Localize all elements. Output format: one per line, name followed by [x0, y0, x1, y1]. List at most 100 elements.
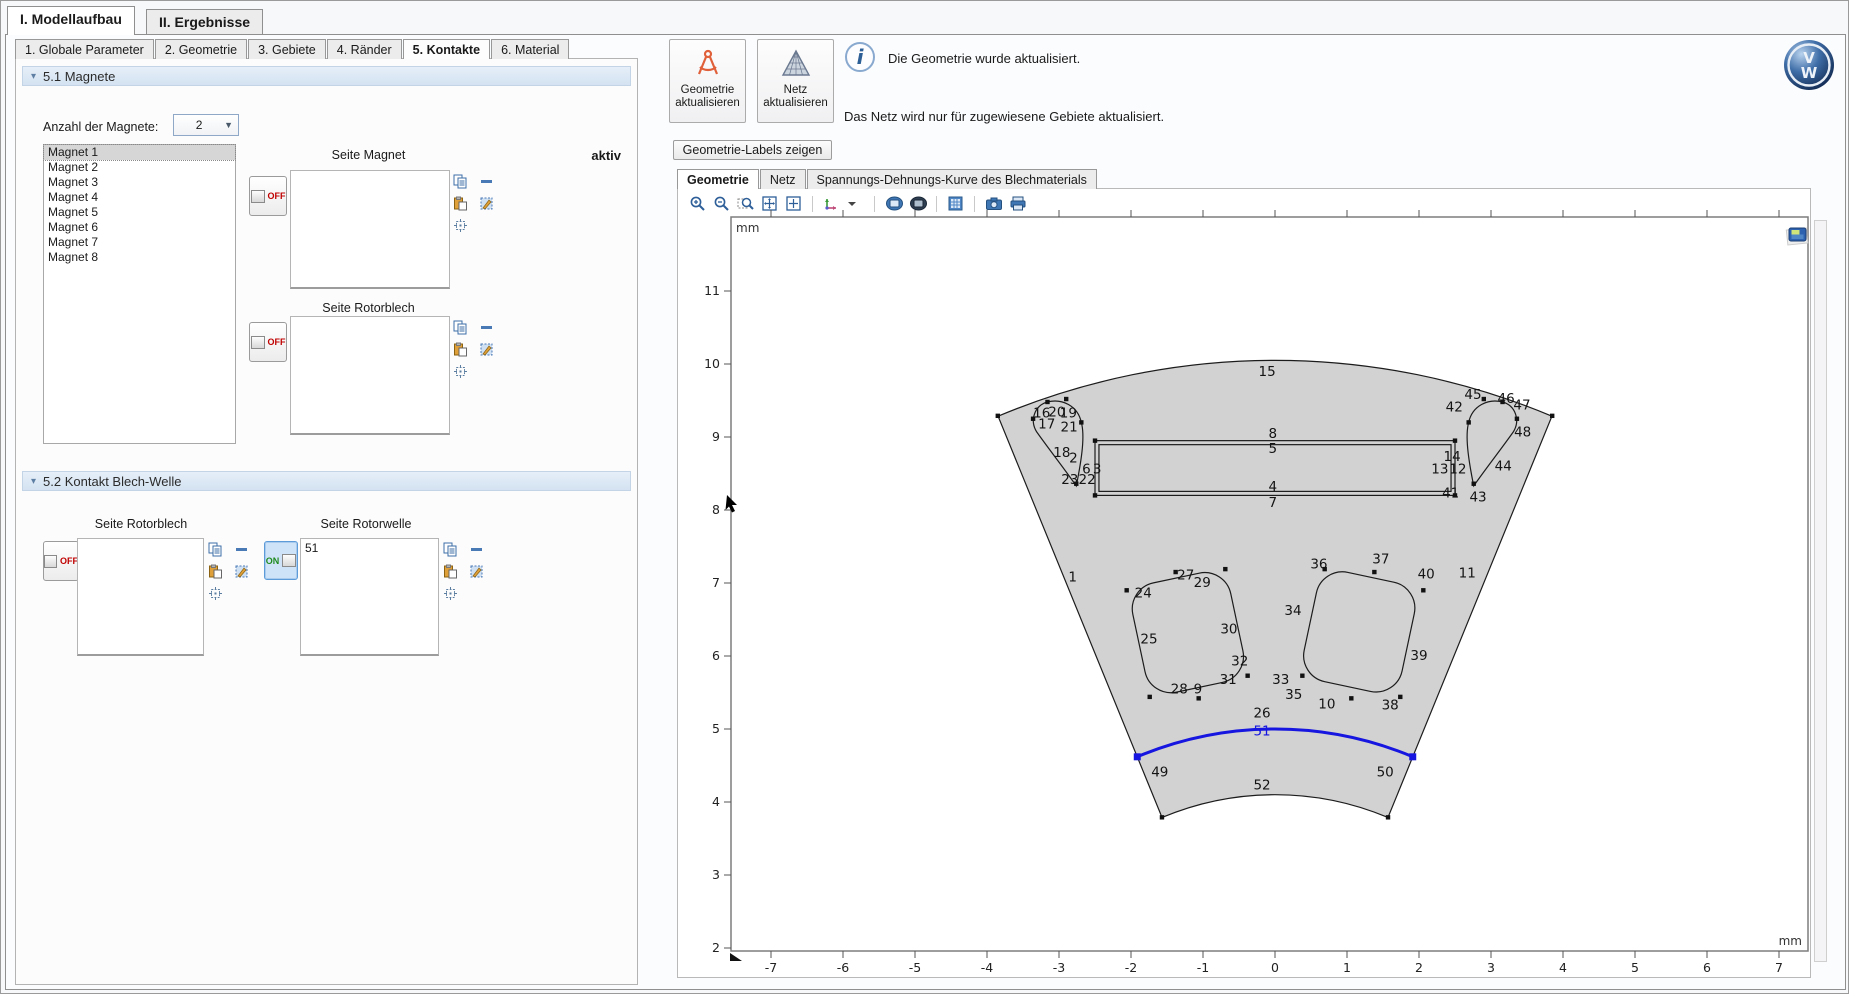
svg-text:11: 11: [704, 283, 720, 298]
subtab-5[interactable]: 5. Kontakte: [403, 39, 490, 59]
selected-boundary-item[interactable]: 51: [305, 541, 434, 555]
svg-text:35: 35: [1285, 687, 1302, 703]
remove-icon[interactable]: [469, 542, 484, 557]
svg-text:36: 36: [1310, 557, 1327, 573]
toggle-square: [251, 336, 265, 349]
magnet-list-item[interactable]: Magnet 1: [44, 145, 235, 160]
graphics-tab-bar: GeometrieNetzSpannungs-Dehnungs-Kurve de…: [677, 169, 1098, 189]
paste-icon[interactable]: [453, 196, 468, 211]
remove-icon[interactable]: [479, 320, 494, 335]
clear-selection-icon[interactable]: [479, 196, 494, 211]
svg-text:4: 4: [1559, 960, 1567, 975]
kontakt-rotorblech-selection-box[interactable]: [77, 538, 204, 656]
svg-text:-5: -5: [909, 960, 921, 975]
toggle-kontakt-rotorwelle[interactable]: ON: [264, 541, 298, 580]
svg-text:37: 37: [1372, 551, 1389, 567]
zoom-to-selection-icon[interactable]: [443, 586, 458, 601]
svg-text:-2: -2: [1125, 960, 1137, 975]
magnet-list-item[interactable]: Magnet 5: [44, 205, 235, 220]
subtab-3[interactable]: 3. Gebiete: [248, 39, 326, 59]
magnet-list-item[interactable]: Magnet 4: [44, 190, 235, 205]
remove-icon[interactable]: [234, 542, 249, 557]
svg-text:15: 15: [1258, 364, 1275, 380]
subtab-4[interactable]: 4. Ränder: [327, 39, 402, 59]
seite-magnet-selection-box[interactable]: [290, 170, 450, 289]
copy-icon[interactable]: [453, 320, 468, 335]
subtab-1[interactable]: 1. Globale Parameter: [15, 39, 154, 59]
paste-icon[interactable]: [443, 564, 458, 579]
svg-text:6: 6: [1703, 960, 1711, 975]
section-header-kontakt-blech-welle[interactable]: ▾ 5.2 Kontakt Blech-Welle: [22, 471, 631, 491]
toggle-seite-rotorblech[interactable]: OFF: [249, 322, 287, 362]
paste-icon[interactable]: [453, 342, 468, 357]
geometry-plot[interactable]: -7-6-5-4-3-2-101234567234567891011mmmm15…: [677, 189, 1811, 978]
clear-selection-icon[interactable]: [469, 564, 484, 579]
toggle-off-label: OFF: [60, 556, 78, 566]
svg-text:5: 5: [712, 721, 720, 736]
copy-icon[interactable]: [208, 542, 223, 557]
toggle-kontakt-rotorblech[interactable]: OFF: [43, 541, 79, 581]
magnet-list[interactable]: Magnet 1Magnet 2Magnet 3Magnet 4Magnet 5…: [43, 144, 236, 444]
svg-text:8: 8: [1269, 426, 1278, 442]
svg-text:1: 1: [1343, 960, 1351, 975]
copy-icon[interactable]: [453, 174, 468, 189]
zoom-to-selection-icon[interactable]: [208, 586, 223, 601]
graphics-tab-3[interactable]: Spannungs-Dehnungs-Kurve des Blechmateri…: [807, 169, 1097, 189]
svg-text:4: 4: [1269, 479, 1278, 495]
svg-text:i: i: [857, 45, 865, 69]
button-label: Geometrieaktualisieren: [675, 84, 740, 110]
svg-text:11: 11: [1459, 565, 1476, 581]
vertical-scrollbar[interactable]: [1814, 220, 1827, 962]
subtab-6[interactable]: 6. Material: [491, 39, 569, 59]
tab-ergebnisse[interactable]: II. Ergebnisse: [146, 9, 263, 35]
tab-modellaufbau[interactable]: I. Modellaufbau: [7, 6, 135, 35]
clear-selection-icon[interactable]: [479, 342, 494, 357]
anzahl-magnete-dropdown[interactable]: 2 ▼: [173, 114, 239, 136]
svg-text:1: 1: [1068, 570, 1077, 586]
magnet-list-item[interactable]: Magnet 8: [44, 250, 235, 265]
subtab-2[interactable]: 2. Geometrie: [155, 39, 247, 59]
copy-icon[interactable]: [443, 542, 458, 557]
svg-text:2: 2: [1069, 451, 1078, 467]
svg-text:29: 29: [1194, 575, 1211, 591]
chevron-down-icon: ▼: [224, 120, 238, 130]
svg-text:25: 25: [1140, 632, 1157, 648]
remove-icon[interactable]: [479, 174, 494, 189]
seite-magnet-icons: [453, 174, 496, 237]
svg-text:42: 42: [1446, 400, 1463, 416]
dropdown-value: 2: [174, 118, 224, 132]
svg-text:-3: -3: [1053, 960, 1065, 975]
svg-text:51: 51: [1253, 724, 1270, 740]
magnet-list-item[interactable]: Magnet 7: [44, 235, 235, 250]
toggle-seite-magnet[interactable]: OFF: [249, 176, 287, 216]
geometrie-aktualisieren-button[interactable]: Geometrieaktualisieren: [669, 39, 746, 123]
clear-selection-icon[interactable]: [234, 564, 249, 579]
svg-text:2: 2: [1415, 960, 1423, 975]
magnet-list-item[interactable]: Magnet 6: [44, 220, 235, 235]
svg-text:24: 24: [1135, 586, 1152, 602]
section-header-magnete[interactable]: ▾ 5.1 Magnete: [22, 66, 631, 86]
svg-text:18: 18: [1053, 445, 1070, 461]
graphics-tab-1[interactable]: Geometrie: [677, 169, 759, 189]
graphics-tab-2[interactable]: Netz: [760, 169, 806, 189]
svg-text:45: 45: [1464, 387, 1481, 403]
svg-text:mm: mm: [736, 221, 759, 235]
svg-text:10: 10: [704, 356, 720, 371]
svg-text:47: 47: [1513, 397, 1530, 413]
colormap-icon[interactable]: [1786, 228, 1807, 245]
svg-text:-1: -1: [1197, 960, 1209, 975]
svg-text:50: 50: [1377, 765, 1394, 781]
svg-text:-4: -4: [981, 960, 994, 975]
magnet-list-item[interactable]: Magnet 3: [44, 175, 235, 190]
zoom-to-selection-icon[interactable]: [453, 364, 468, 379]
geometrie-labels-zeigen-button[interactable]: Geometrie-Labels zeigen: [673, 140, 832, 160]
seite-rotorblech-selection-box[interactable]: [290, 316, 450, 435]
magnet-list-item[interactable]: Magnet 2: [44, 160, 235, 175]
zoom-to-selection-icon[interactable]: [453, 218, 468, 233]
svg-text:52: 52: [1253, 778, 1270, 794]
svg-text:43: 43: [1469, 489, 1486, 505]
kontakt-rotorwelle-selection-box[interactable]: 51: [300, 538, 439, 656]
svg-text:40: 40: [1418, 567, 1435, 583]
paste-icon[interactable]: [208, 564, 223, 579]
netz-aktualisieren-button[interactable]: Netzaktualisieren: [757, 39, 834, 123]
